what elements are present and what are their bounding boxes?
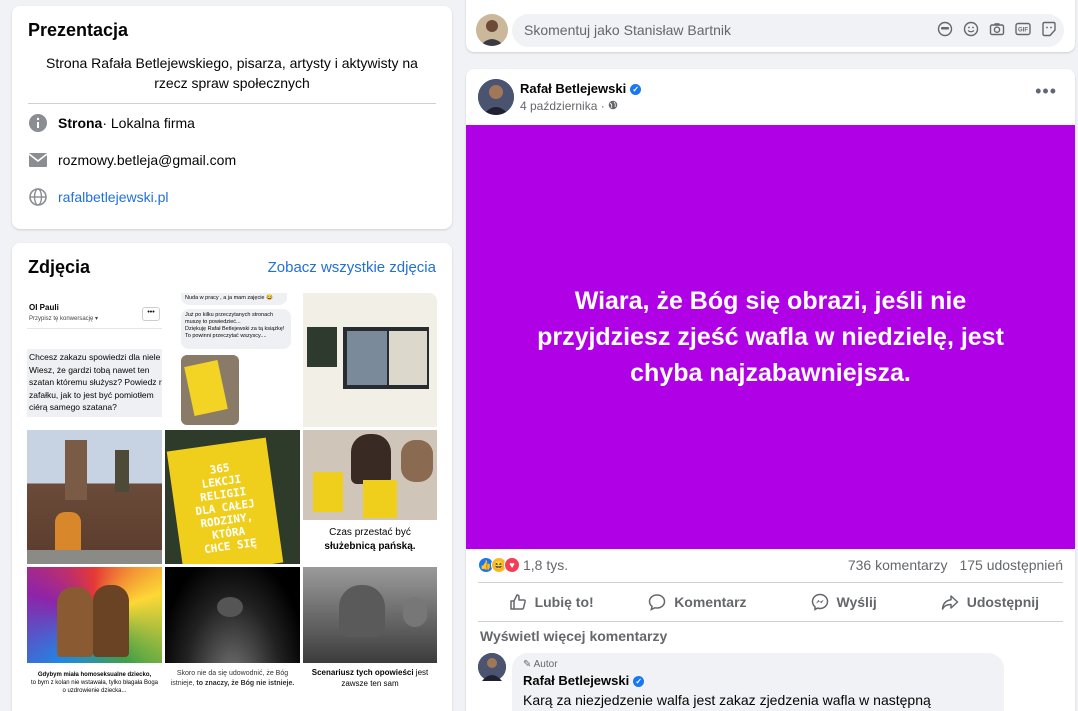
view-more-comments-link[interactable]: Wyświetl więcej komentarzy (480, 628, 667, 644)
photo-teapot-space[interactable]: Skoro nie da się udowodnić, że Bóg istni… (165, 567, 300, 701)
photo-1-line: szatan któremu służysz? Powiedz r (29, 377, 162, 387)
reactions-icons[interactable]: 👍 😆 ♥ (478, 557, 520, 573)
sticker-icon[interactable] (937, 21, 953, 42)
messenger-icon (811, 593, 828, 611)
photo-1-sub: Przypisz tę konwersację ▾ (29, 316, 99, 322)
post-card: Rafał Betlejewski ✓ 4 października · ••• … (466, 69, 1075, 711)
author-avatar[interactable] (478, 79, 514, 115)
post-date-text[interactable]: 4 października (520, 99, 597, 113)
post-date[interactable]: 4 października · (520, 99, 618, 113)
send-label: Wyślij (836, 594, 877, 610)
comment-text: Karą za niezjedzenie walfa jest zakaz zj… (523, 692, 931, 711)
comment-bubble: ✎ Autor Rafał Betlejewski ✓ Karą za niezj… (512, 653, 1004, 711)
more-options-icon[interactable]: ••• (1035, 81, 1057, 102)
post-actions: Lubię to! Komentarz Wyślij Udostępnij (478, 582, 1063, 622)
info-icon (28, 113, 48, 133)
avatar-sticker-icon[interactable] (1041, 21, 1057, 42)
photo-8-line: to znaczy, że Bóg nie istnieje. (196, 680, 295, 687)
photo-1-line: ciérą samego szatana? (29, 402, 117, 412)
post-author-name[interactable]: Rafał Betlejewski (520, 81, 626, 96)
website-link[interactable]: rafalbetlejewski.pl (58, 189, 169, 205)
like-label: Lubię to! (534, 594, 594, 610)
author-badge-label: Autor (533, 659, 558, 670)
photo-chat-screenshot-1[interactable]: OI Pauli Przypisz tę konwersację ▾ ••• C… (27, 293, 162, 427)
verified-icon: ✓ (630, 84, 642, 95)
camera-icon[interactable] (989, 21, 1005, 42)
photo-2-line: Już po kilku przeczytanych stronach musz… (185, 312, 274, 325)
category-label: · Lokalna firma (102, 114, 195, 131)
photos-title: Zdjęcia (28, 257, 91, 277)
send-button[interactable]: Wyślij (771, 583, 917, 621)
envelope-icon (28, 150, 48, 170)
pen-icon: ✎ (523, 659, 532, 670)
photo-7-line: to bym z kolan nie wstawała, tylko błaga… (30, 680, 159, 694)
comments-count[interactable]: 736 komentarzy (848, 557, 948, 573)
verified-icon: ✓ (633, 676, 645, 687)
photo-6-line: służebnicą pańską. (324, 541, 416, 552)
category-type: Strona (58, 114, 103, 131)
photo-1-line: Chcesz zakazu spowiedzi dla niele (29, 352, 161, 362)
photo-7-line: Gdybym miała homoseksualne dziecko, (37, 672, 152, 678)
photo-illustration[interactable]: Gdybym miała homoseksualne dziecko, to b… (27, 567, 162, 701)
post-stats: 👍 😆 ♥ 1,8 tys. 736 komentarzy 175 udostę… (478, 553, 1063, 577)
share-button[interactable]: Udostępnij (917, 583, 1063, 621)
intro-card: Prezentacja Strona Rafała Betlejewskiego… (12, 6, 452, 229)
like-button[interactable]: Lubię to! (478, 583, 624, 621)
post-text: Wiara, że Bóg się obrazi, jeśli nie przy… (537, 287, 1004, 387)
reactions-count[interactable]: 1,8 tys. (523, 557, 568, 573)
category-row: Strona · Lokalna firma (28, 104, 436, 141)
photo-crowd[interactable]: Scenariusz tych opowieści jest zawsze te… (303, 567, 437, 701)
photo-9-line: Scenariusz tych opowieści (311, 668, 414, 677)
post-date-separator: · (597, 99, 609, 113)
intro-description: Strona Rafała Betlejewskiego, pisarza, a… (28, 53, 436, 104)
email-row[interactable]: rozmowy.betleja@gmail.com (28, 141, 436, 178)
intro-title: Prezentacja (28, 20, 129, 40)
svg-text:GIF: GIF (1018, 28, 1028, 34)
comment-author-name[interactable]: Rafał Betlejewski (523, 673, 629, 688)
comment-label: Komentarz (674, 594, 747, 610)
photos-grid: OI Pauli Przypisz tę konwersację ▾ ••• C… (27, 293, 437, 701)
comment-composer: Skomentuj jako Stanisław Bartnik GIF (466, 0, 1075, 52)
more-icon: ••• (142, 307, 160, 321)
photo-6-line: Czas przestać być (329, 527, 411, 538)
love-reaction-icon: ♥ (504, 557, 520, 573)
email-text[interactable]: rozmowy.betleja@gmail.com (58, 152, 236, 168)
globe-icon (608, 99, 618, 113)
photo-yellow-book[interactable]: 365 LEKCJI RELIGII DLA CAŁEJ RODZINY, KT… (165, 430, 300, 564)
speech-bubble-icon (648, 594, 666, 611)
see-all-photos-link[interactable]: Zobacz wszystkie zdjęcia (268, 259, 436, 276)
share-arrow-icon (941, 595, 958, 610)
photo-1-name: OI Pauli (29, 303, 59, 312)
photos-card: Zdjęcia Zobacz wszystkie zdjęcia OI Paul… (12, 243, 452, 711)
share-label: Udostępnij (966, 594, 1040, 610)
photo-castle-woman[interactable] (27, 430, 162, 564)
comment-button[interactable]: Komentarz (624, 583, 770, 621)
website-row[interactable]: rafalbetlejewski.pl (28, 178, 436, 215)
photo-1-line: zafałku, jak to jest być pomiotłem (29, 389, 154, 400)
photo-open-book[interactable] (303, 293, 437, 427)
globe-icon (28, 187, 48, 207)
photo-women-books[interactable]: Czas przestać być służebnicą pańską. (303, 430, 437, 564)
avatar[interactable] (476, 14, 508, 46)
comment-author[interactable]: Rafał Betlejewski ✓ (523, 673, 993, 688)
photo-2-line: Nuda w pracy , a ja mam zajęcie 😂 (181, 293, 287, 305)
photo-chat-screenshot-2[interactable]: Nuda w pracy , a ja mam zajęcie 😂 Już po… (165, 293, 300, 427)
emoji-icon[interactable] (963, 21, 979, 42)
author-badge: ✎ Autor (523, 659, 993, 670)
shares-count[interactable]: 175 udostępnień (959, 557, 1063, 573)
post-text-banner: Wiara, że Bóg się obrazi, jeśli nie przy… (466, 125, 1075, 549)
composer-tools: GIF (937, 21, 1057, 42)
post-author[interactable]: Rafał Betlejewski ✓ (520, 81, 642, 96)
photo-2-line: Dziękuję Rafał Betlejewski za tą książkę… (185, 326, 285, 339)
comment-avatar[interactable] (478, 653, 506, 681)
thumbs-up-icon (509, 594, 526, 610)
gif-icon[interactable]: GIF (1015, 21, 1031, 42)
photo-1-line: Wiesz, że gardzi tobą nawet ten (29, 364, 150, 375)
